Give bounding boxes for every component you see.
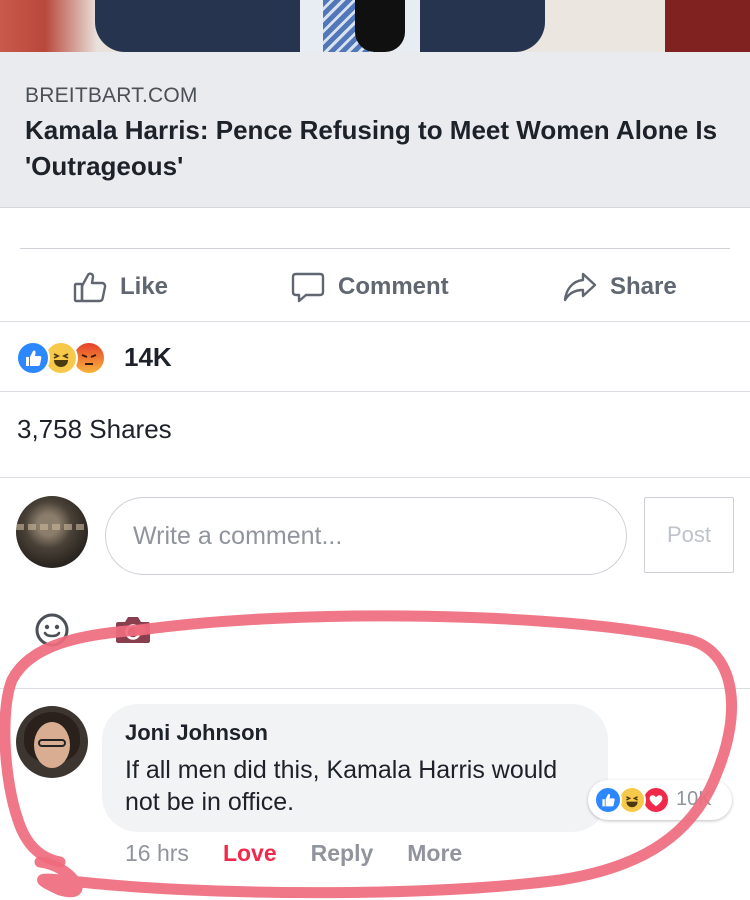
love-reaction-icon — [642, 786, 670, 814]
share-label: Share — [610, 273, 677, 300]
comment-reaction-count: 10K — [676, 788, 712, 810]
reply-button[interactable]: Reply — [311, 840, 374, 870]
shares-summary[interactable]: 3,758 Shares — [0, 392, 750, 478]
shares-count: 3,758 Shares — [17, 414, 172, 444]
divider — [20, 248, 730, 249]
comment-reactions[interactable]: 10K — [588, 780, 732, 820]
comment-timestamp[interactable]: 16 hrs — [125, 840, 189, 870]
post-actions: Like Comment Share — [0, 252, 750, 322]
haha-reaction-icon — [618, 786, 646, 814]
share-icon — [563, 272, 597, 302]
article-image[interactable] — [0, 0, 750, 52]
link-title[interactable]: Kamala Harris: Pence Refusing to Meet Wo… — [25, 112, 725, 184]
emoji-icon[interactable] — [34, 612, 70, 648]
avatar-glasses — [38, 739, 66, 747]
comment-author[interactable]: Joni Johnson — [125, 720, 268, 746]
image-hand — [355, 0, 405, 52]
comment-input[interactable] — [105, 497, 627, 575]
post-button[interactable]: Post — [644, 497, 734, 573]
thumbs-up-icon — [73, 272, 107, 303]
like-label: Like — [120, 273, 169, 300]
more-button[interactable]: More — [407, 840, 462, 870]
like-button[interactable]: Like — [72, 268, 168, 306]
camera-icon[interactable] — [114, 614, 152, 646]
avatar[interactable] — [16, 496, 88, 568]
link-domain: BREITBART.COM — [25, 84, 198, 107]
composer-tools — [0, 608, 750, 648]
comment-text: If all men did this, Kamala Harris would… — [125, 756, 558, 816]
link-preview[interactable]: BREITBART.COM Kamala Harris: Pence Refus… — [0, 52, 750, 208]
love-button[interactable]: Love — [223, 840, 277, 870]
commenter-avatar[interactable] — [16, 706, 88, 778]
comment-bubble[interactable]: Joni Johnson If all men did this, Kamala… — [102, 704, 608, 832]
share-button[interactable]: Share — [562, 268, 677, 306]
reactions-summary[interactable]: 14K — [0, 322, 750, 392]
divider — [0, 688, 750, 689]
comment-label: Comment — [338, 273, 449, 300]
comment-meta: 16 hrs Love Reply More — [125, 840, 462, 870]
image-flag — [665, 0, 750, 52]
like-reaction-icon — [594, 786, 622, 814]
comment-button[interactable]: Comment — [290, 268, 449, 306]
like-reaction-icon — [16, 341, 50, 375]
reaction-count: 14K — [124, 342, 172, 372]
reaction-icons — [16, 341, 116, 375]
comment-icon — [291, 272, 325, 303]
